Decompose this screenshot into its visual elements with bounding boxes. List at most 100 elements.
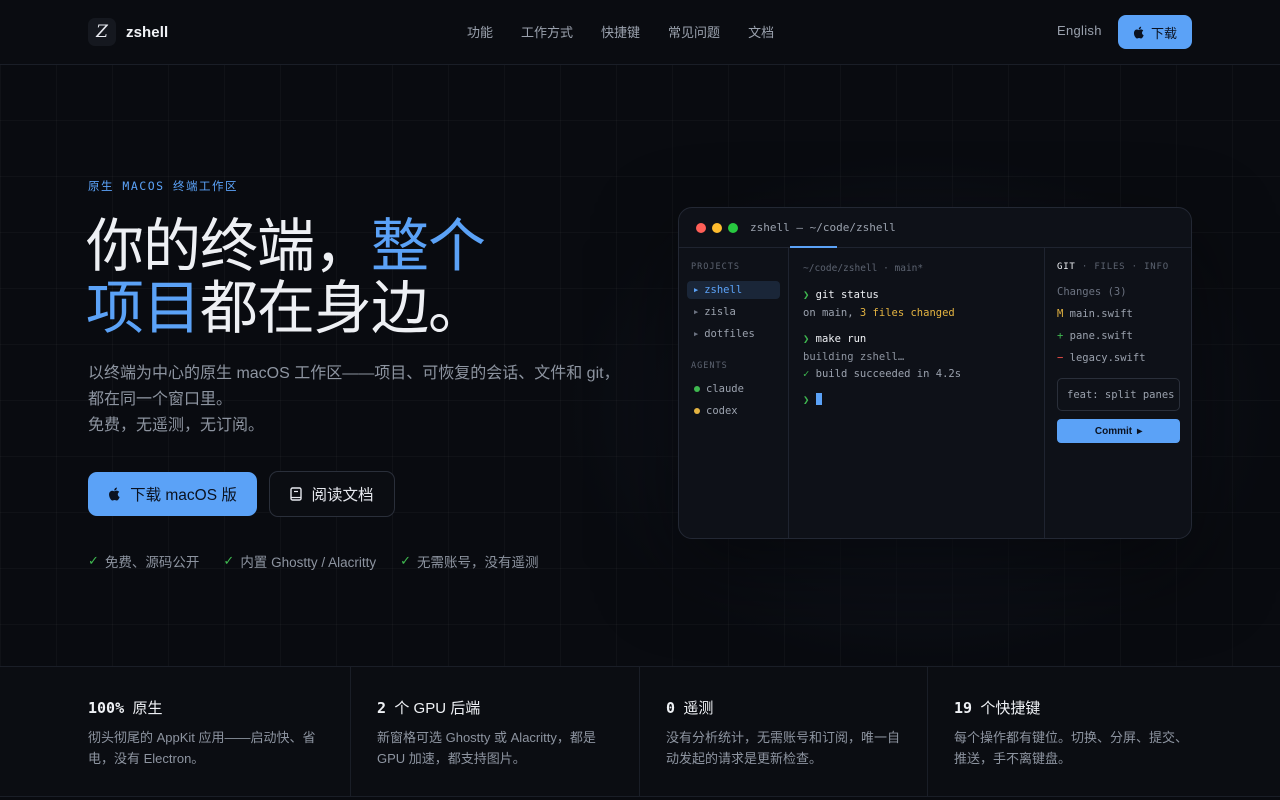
stat-desc-line: 没有分析统计，无需账号和订阅，唯一自 [666,730,901,745]
brand-logo-icon: Z [88,18,116,46]
nav-link-shortcuts[interactable]: 快捷键 [601,22,640,41]
terminal-line-out2: building zshell… [803,351,905,363]
output-highlight: 3 files changed [859,307,955,319]
project-item-zisla: ▶ zisla [687,303,780,321]
stat-description: 新窗格可选 Ghostty 或 Alacritty，都是 GPU 加速，都支持图片… [377,727,627,769]
terminal-preview-window: zshell — ~/code/zshell PROJECTS ▶ zshell … [678,207,1192,539]
check-item: ✓ 免费、源码公开 [88,551,199,571]
header-download-button[interactable]: 下载 [1118,15,1192,49]
nav-link-how-it-works[interactable]: 工作方式 [521,22,573,41]
expand-triangle-icon: ▶ [694,308,699,316]
download-macos-button[interactable]: 下载 macOS 版 [88,472,257,516]
tab-git: GIT [1057,262,1076,272]
project-label: zisla [704,306,736,318]
terminal-line-out3: ✓ build succeeded in 4.2s [803,368,961,380]
read-docs-button[interactable]: 阅读文档 [269,471,395,517]
stat-desc-line: 动发起的请求是更新检查。 [666,751,823,766]
status-dot-icon [694,408,700,414]
stat-label: 原生 [132,700,163,717]
status-icon: + [1057,330,1064,342]
tab-info: INFO [1144,262,1169,272]
hero-title-accent1: 整个 [371,214,486,279]
language-switch[interactable]: English [1057,23,1102,38]
hero-title-part1: 你的终端， [86,214,372,279]
check-label: 免费、源码公开 [104,555,200,570]
stat-card: 0 遥测 没有分析统计，无需账号和订阅，唯一自 动发起的请求是更新检查。 [639,667,928,797]
check-label: 内置 Ghostty / Alacritty [240,555,377,570]
change-item: − legacy.swift [1057,352,1146,364]
stat-description: 没有分析统计，无需账号和订阅，唯一自 动发起的请求是更新检查。 [666,727,921,769]
commit-message-input: feat: split panes [1057,378,1180,411]
stat-desc-line: 电，没有 Electron。 [88,751,205,766]
terminal-line-cmd2: ❯ make run [803,333,866,345]
commit-label: Commit [1094,425,1133,437]
project-label: dotfiles [704,328,755,340]
minimize-window-dot [712,223,722,233]
stat-label: 个快捷键 [980,700,1041,717]
nav-link-faq[interactable]: 常见问题 [668,22,720,41]
terminal-path: ~/code/zshell · main* [803,263,924,274]
main-nav: 功能 工作方式 快捷键 常见问题 文档 [467,22,774,41]
changes-label: Changes (3) [1057,286,1127,298]
book-icon [290,487,303,501]
apple-icon [1133,26,1144,38]
nav-link-docs[interactable]: 文档 [748,22,774,41]
file-name: main.swift [1069,308,1133,320]
stat-title: 2 个 GPU 后端 [377,697,480,718]
agent-label: claude [706,383,744,395]
status-icon: M [1057,308,1064,320]
project-item-zshell: ▶ zshell [687,281,780,299]
project-label: zshell [704,284,743,296]
status-icon: − [1057,352,1064,364]
file-name: pane.swift [1069,330,1133,342]
output-text: on main, [803,307,860,319]
stat-number: 100% [88,699,125,717]
stat-number: 0 [666,699,676,717]
read-docs-label: 阅读文档 [311,487,374,504]
stat-label: 遥测 [683,700,714,717]
terminal-sidebar: PROJECTS ▶ zshell ▶ zisla ▶ dotfiles AGENTS… [679,248,789,538]
terminal-line-out1: on main, 3 files changed [803,307,955,319]
play-icon: ▸ [1137,425,1143,437]
terminal-titlebar: zshell — ~/code/zshell [679,208,1191,248]
tab-separator: · [1131,262,1138,272]
close-window-dot [696,223,706,233]
check-icon: ✓ [400,553,412,568]
agent-label: codex [706,405,738,417]
output-text: build succeeded in 4.2s [815,368,962,380]
hero-subtitle-line3: 免费，无遥测，无订阅。 [88,417,265,434]
change-item: M main.swift [1057,308,1133,320]
expand-triangle-icon: ▶ [694,286,699,294]
terminal-git-panel: GIT · FILES · INFO Changes (3) M main.sw… [1044,248,1191,538]
nav-link-features[interactable]: 功能 [467,22,493,41]
check-icon: ✓ [803,368,810,380]
command-text: git status [815,289,879,301]
agent-item-claude: claude [687,380,780,398]
feature-checks: ✓ 免费、源码公开 ✓ 内置 Ghostty / Alacritty ✓ 无需账号，没… [88,551,539,571]
stat-desc-line: 推送，手不离键盘。 [954,751,1072,766]
change-item: + pane.swift [1057,330,1133,342]
hero-subtitle-line1: 以终端为中心的原生 macOS 工作区——项目、可恢复的会话、文件和 git， [88,365,620,382]
stat-description: 每个操作都有键位。切换、分屏、提交、 推送，手不离键盘。 [954,727,1204,769]
terminal-line-cmd1: ❯ git status [803,289,879,301]
hero-title-part2: 都在身边。 [200,276,486,341]
stat-number: 19 [954,699,973,717]
check-icon: ✓ [223,553,235,568]
stat-desc-line: 每个操作都有键位。切换、分屏、提交、 [954,730,1189,745]
stat-desc-line: GPU 加速，都支持图片。 [377,751,526,766]
stat-card: 2 个 GPU 后端 新窗格可选 Ghostty 或 Alacritty，都是 G… [350,667,640,797]
apple-icon [109,487,120,501]
stat-label: 个 GPU 后端 [394,700,481,717]
stat-title: 19 个快捷键 [954,697,1040,718]
brand[interactable]: Z zshell [88,18,168,46]
stat-desc-line: 彻头彻尾的 AppKit 应用——启动快、省 [88,730,316,745]
file-name: legacy.swift [1069,352,1146,364]
prompt-icon: ❯ [803,289,810,301]
terminal-line-prompt: ❯ [803,393,822,406]
header-download-label: 下载 [1150,25,1177,41]
hero-subtitle-line2: 都在同一个窗口里。 [88,391,233,408]
hero-title-accent2: 项目 [86,276,201,341]
expand-triangle-icon: ▶ [694,330,699,338]
terminal-title: zshell — ~/code/zshell [750,221,896,234]
tab-files: FILES [1094,262,1126,272]
